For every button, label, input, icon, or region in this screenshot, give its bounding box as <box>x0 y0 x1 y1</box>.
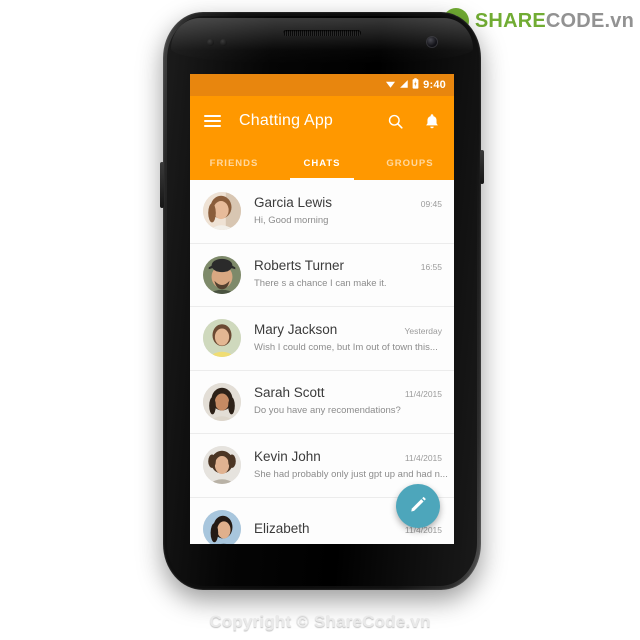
row-header: Mary Jackson Yesterday <box>254 322 442 337</box>
tab-groups-label: GROUPS <box>386 157 434 169</box>
timestamp: Yesterday <box>404 325 443 336</box>
message-preview: Hi, Good morning <box>254 214 329 226</box>
avatar <box>203 509 241 544</box>
tab-chats-label: CHATS <box>303 157 341 169</box>
status-bar: 9:40 <box>190 74 454 96</box>
battery-icon <box>412 76 419 94</box>
cellular-signal-icon <box>399 76 409 94</box>
avatar <box>203 319 241 358</box>
toolbar-actions <box>387 113 440 130</box>
row-content: Mary Jackson Yesterday Wish I could come… <box>254 322 442 355</box>
volume-button[interactable] <box>160 162 164 208</box>
row-content: Sarah Scott 11/4/2015 Do you have any re… <box>254 385 442 418</box>
message-preview: Wish I could come, but Im out of town th… <box>254 341 438 353</box>
chat-list[interactable]: Garcia Lewis 09:45 Hi, Good morning Robe… <box>190 180 454 544</box>
table-row[interactable]: Roberts Turner 16:55 There s a chance I … <box>190 243 454 307</box>
proximity-sensor-icon <box>207 39 214 46</box>
tab-friends-label: FRIENDS <box>209 157 259 169</box>
copyright-text: Copyright © ShareCode.vn <box>209 612 431 631</box>
power-button[interactable] <box>480 150 484 184</box>
phone-screen: 9:40 Chatting App FRIENDS CHATS GROUPS G… <box>190 74 454 544</box>
bell-icon[interactable] <box>424 113 440 130</box>
avatar <box>203 255 241 294</box>
table-row[interactable]: Sarah Scott 11/4/2015 Do you have any re… <box>190 370 454 434</box>
hamburger-menu-icon[interactable] <box>204 115 221 127</box>
front-camera-icon <box>427 37 437 47</box>
row-content: Garcia Lewis 09:45 Hi, Good morning <box>254 195 442 228</box>
tab-friends[interactable]: FRIENDS <box>190 146 278 180</box>
contact-name: Mary Jackson <box>254 321 338 337</box>
timestamp: 11/4/2015 <box>404 389 442 400</box>
avatar <box>203 446 241 485</box>
table-row[interactable]: Mary Jackson Yesterday Wish I could come… <box>190 307 454 371</box>
watermark-brand-text: SHARECODE.vn <box>475 11 634 31</box>
pencil-compose-icon <box>408 494 428 519</box>
watermark-brand-secondary: CODE.vn <box>545 10 634 32</box>
timestamp: 16:55 <box>420 262 442 273</box>
tab-chats[interactable]: CHATS <box>278 146 366 180</box>
compose-fab-button[interactable] <box>396 484 440 528</box>
status-bar-clock: 9:40 <box>423 79 446 91</box>
status-bar-icons <box>385 76 419 94</box>
timestamp: 11/4/2015 <box>404 452 442 463</box>
wifi-icon <box>385 76 396 94</box>
timestamp: 09:45 <box>420 198 442 209</box>
row-header: Roberts Turner 16:55 <box>254 258 442 273</box>
contact-name: Kevin John <box>254 448 321 464</box>
tab-bar: FRIENDS CHATS GROUPS <box>190 146 454 180</box>
message-preview: She had probably only just gpt up and ha… <box>254 468 448 480</box>
row-header: Kevin John 11/4/2015 <box>254 449 442 464</box>
watermark-brand-primary: SHARE <box>474 10 546 32</box>
row-header: Sarah Scott 11/4/2015 <box>254 385 442 400</box>
contact-name: Sarah Scott <box>254 385 325 401</box>
avatar <box>203 192 241 231</box>
phone-device-frame: 9:40 Chatting App FRIENDS CHATS GROUPS G… <box>160 12 484 590</box>
light-sensor-icon <box>220 39 227 46</box>
row-content: Roberts Turner 16:55 There s a chance I … <box>254 258 442 291</box>
search-icon[interactable] <box>387 113 404 130</box>
row-content: Kevin John 11/4/2015 She had probably on… <box>254 449 448 482</box>
contact-name: Roberts Turner <box>254 258 345 274</box>
avatar <box>203 382 241 421</box>
table-row[interactable]: Garcia Lewis 09:45 Hi, Good morning <box>190 180 454 244</box>
screenshot-stage: SHARECODE.vn 9:40 Chatting App FRIENDS C… <box>0 0 640 640</box>
page-title: Chatting App <box>239 112 334 129</box>
tab-groups[interactable]: GROUPS <box>366 146 454 180</box>
contact-name: Elizabeth <box>254 521 310 537</box>
message-preview: There s a chance I can make it. <box>254 278 387 290</box>
contact-name: Garcia Lewis <box>254 194 333 210</box>
app-toolbar: Chatting App <box>190 96 454 146</box>
row-header: Garcia Lewis 09:45 <box>254 195 442 210</box>
earpiece-speaker <box>283 30 361 36</box>
message-preview: Do you have any recomendations? <box>254 405 401 417</box>
